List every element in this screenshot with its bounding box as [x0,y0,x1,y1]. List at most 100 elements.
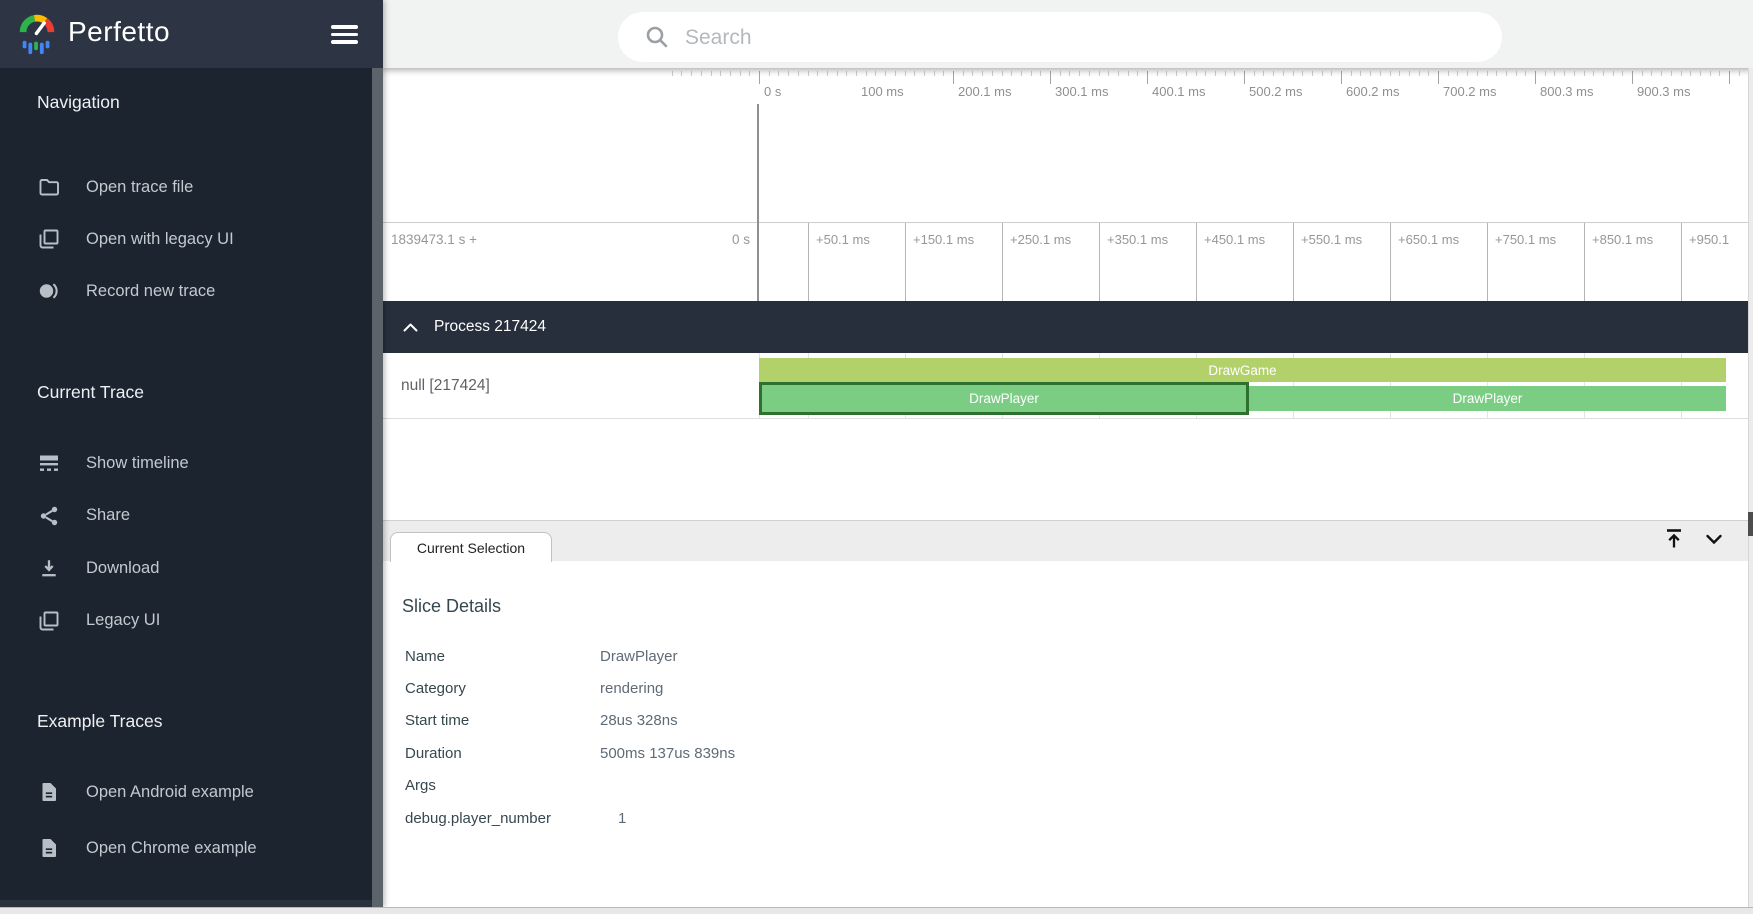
sidebar-section-title: Current Trace [0,382,372,403]
sidebar-item-open-android-example[interactable]: Open Android example [0,764,409,820]
ruler-tick [1254,71,1255,76]
sidebar-item-open-trace-file[interactable]: Open trace file [0,161,409,213]
detail-label: Category [405,680,600,697]
record-icon [37,279,61,303]
offset-cell: +350.1 ms [1099,223,1197,302]
ruler-tick [963,71,964,76]
offset-label: +850.1 ms [1592,232,1653,247]
ruler-tick [1729,71,1730,84]
ruler-tick [730,71,731,76]
offset-label: +50.1 ms [816,232,870,247]
topbar [383,0,1753,68]
ruler-tick [808,71,809,76]
ruler-tick [1002,71,1003,76]
ruler-tick [1710,71,1711,76]
expand-panel-button[interactable] [1659,525,1689,555]
ruler-tick [837,71,838,76]
ruler-tick [1089,71,1090,76]
slice-drawgame[interactable]: DrawGame [759,358,1726,382]
sidebar-item-legacy-ui[interactable]: Legacy UI [0,595,409,648]
sidebar-item-download[interactable]: Download [0,542,409,595]
sidebar-section: Example Traces [0,711,372,732]
ruler-tick [1564,71,1565,76]
ruler-tick [740,71,741,76]
menu-icon[interactable] [331,25,358,44]
ruler-tick [1545,71,1546,76]
ruler-tick [1128,71,1129,76]
vertical-scrollbar-thumb[interactable] [1748,512,1753,536]
ruler-tick [1351,71,1352,76]
ruler-tick [1234,71,1235,76]
offset-ruler[interactable]: 1839473.1 s + 0 s +50.1 ms +150.1 ms +25… [383,222,1753,302]
detail-label: Start time [405,712,600,729]
ruler-tick [769,71,770,76]
ruler-time-label: 100 ms [861,84,904,99]
timeline-origin-line [757,103,759,301]
ruler-tick [1040,71,1041,76]
sidebar-item-show-timeline[interactable]: Show timeline [0,437,409,490]
ruler-tick [1147,71,1148,84]
ruler-tick [1011,71,1012,76]
ruler-tick [1050,71,1051,84]
sidebar-item-open-with-legacy-ui[interactable]: Open with legacy UI [0,213,409,265]
search-input[interactable] [683,12,1467,64]
detail-row: Start time 28us 328ns [405,705,678,737]
thread-track[interactable]: null [217424] DrawGameDrawPlayerDrawPlay… [383,353,1753,419]
sidebar-scrollbar[interactable] [372,68,383,907]
args-header-row: Args [405,770,600,802]
offset-cell: +250.1 ms [1002,223,1100,302]
ruler-tick [1535,71,1536,84]
collapse-chevron-icon[interactable] [403,323,418,332]
sidebar-item-label: Record new trace [86,282,215,301]
ruler-tick [1593,71,1594,76]
slice-drawplayer[interactable]: DrawPlayer [1249,386,1726,411]
sidebar-scrollbar-thumb[interactable] [0,900,372,907]
ruler-tick [1060,71,1061,76]
slice-drawplayer-selected[interactable]: DrawPlayer [759,382,1249,415]
ruler-tick [1380,71,1381,76]
sidebar-header: Perfetto [0,0,383,68]
sidebar-item-label: Open with legacy UI [86,230,234,249]
ruler-tick [895,71,896,76]
ruler-tick [778,71,779,76]
horizontal-scrollbar[interactable] [0,907,1753,914]
time-ruler[interactable]: 0 s100 ms200.1 ms300.1 ms400.1 ms500.2 m… [383,68,1753,104]
ruler-tick [875,71,876,76]
ruler-tick [1021,71,1022,76]
ruler-tick [788,71,789,76]
ruler-tick [1419,71,1420,76]
ruler-tick [1108,71,1109,76]
ruler-tick [1390,71,1391,76]
ruler-tick [1399,71,1400,76]
offset-cell: +950.1 [1681,223,1753,302]
ruler-tick [992,71,993,76]
ruler-tick [749,71,750,76]
ruler-tick [972,71,973,76]
legacy-ui-icon [37,609,61,633]
vertical-scrollbar[interactable] [1748,68,1753,907]
ruler-tick [1157,71,1158,76]
process-group-header[interactable]: Process 217424 [383,301,1748,353]
ruler-tick [1331,71,1332,76]
ruler-tick [720,71,721,76]
offset-cell: +50.1 ms [808,223,906,302]
sidebar-item-record-new-trace[interactable]: Record new trace [0,265,409,317]
sidebar-item-open-chrome-example[interactable]: Open Chrome example [0,820,409,876]
detail-value: 500ms 137us 839ns [600,745,735,762]
ruler-tick [1506,71,1507,76]
tab-current-selection[interactable]: Current Selection [390,532,552,562]
ruler-tick [1186,71,1187,76]
offset-cell: +850.1 ms [1584,223,1682,302]
folder-icon [37,175,61,199]
ruler-time-label: 400.1 ms [1152,84,1205,99]
ruler-tick [1719,71,1720,76]
sidebar-item-share[interactable]: Share [0,490,409,543]
ruler-tick [759,71,760,84]
search-box [618,12,1502,62]
collapse-panel-button[interactable] [1699,525,1729,555]
ruler-tick [1176,71,1177,76]
ruler-tick [914,71,915,76]
ruler-tick [1700,71,1701,76]
ruler-tick [1302,71,1303,76]
ruler-tick [1487,71,1488,76]
